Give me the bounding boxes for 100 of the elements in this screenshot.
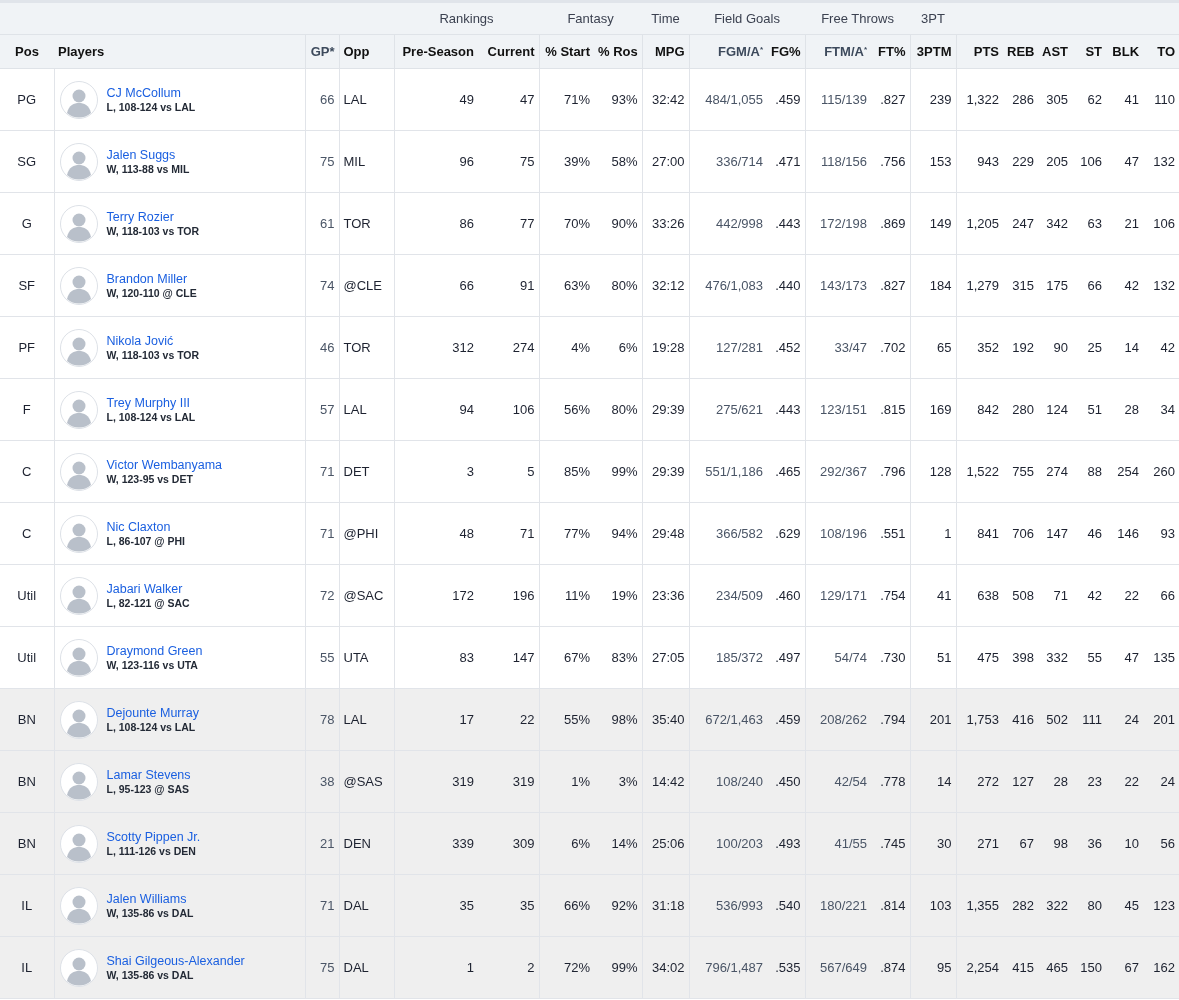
stat-cell: .471 xyxy=(767,130,805,193)
stat-cell: .540 xyxy=(767,874,805,937)
stat-cell: 28 xyxy=(1106,378,1144,441)
stat-cell: .450 xyxy=(767,750,805,813)
stat-cell: 1,205 xyxy=(956,192,1004,255)
player-name-link[interactable]: CJ McCollum xyxy=(106,86,196,100)
column-header[interactable]: Current xyxy=(478,34,539,69)
stat-cell: 123/151 xyxy=(805,378,871,441)
stat-cell: 63 xyxy=(1072,192,1107,255)
column-header[interactable]: FT% xyxy=(871,34,911,69)
stat-cell: 88 xyxy=(1072,440,1107,503)
stat-cell: 484/1,055 xyxy=(689,68,767,131)
stat-cell: 17 xyxy=(394,688,478,751)
player-name-link[interactable]: Scotty Pippen Jr. xyxy=(106,830,201,844)
player-name-link[interactable]: Lamar Stevens xyxy=(106,768,191,782)
player-name-link[interactable]: Brandon Miller xyxy=(106,272,197,286)
stat-cell: .551 xyxy=(871,502,911,565)
stat-cell: 66 xyxy=(394,254,478,317)
stat-cell: 49 xyxy=(394,68,478,131)
stat-cell: 135 xyxy=(1143,626,1179,689)
stat-cell: .443 xyxy=(767,378,805,441)
stat-cell: 6% xyxy=(539,812,594,875)
game-result: W, 118-103 vs TOR xyxy=(106,225,200,237)
stat-cell: 55% xyxy=(539,688,594,751)
opponent-cell: @SAC xyxy=(339,564,394,627)
stat-cell: 14 xyxy=(1106,316,1144,379)
opponent-cell: DAL xyxy=(339,874,394,937)
game-result: L, 86-107 @ PHI xyxy=(106,535,186,547)
stat-cell: 239 xyxy=(910,68,957,131)
stat-cell: 172/198 xyxy=(805,192,871,255)
stat-cell: 146 xyxy=(1106,502,1144,565)
column-header[interactable]: AST xyxy=(1038,34,1073,69)
column-header[interactable]: GP* xyxy=(305,34,339,69)
column-header[interactable]: BLK xyxy=(1106,34,1144,69)
column-header[interactable]: FGM/A$^{*}$ xyxy=(689,34,767,69)
stat-cell: 315 xyxy=(1003,254,1039,317)
avatar-icon xyxy=(59,948,98,987)
player-name-link[interactable]: Draymond Green xyxy=(106,644,203,658)
column-header[interactable]: MPG xyxy=(642,34,689,69)
stat-cell: 41 xyxy=(1106,68,1144,131)
stat-cell: 115/139 xyxy=(805,68,871,131)
stat-cell: .443 xyxy=(767,192,805,255)
stat-cell: 22 xyxy=(1106,564,1144,627)
column-header[interactable]: PTS xyxy=(956,34,1004,69)
stat-cell: 75 xyxy=(478,130,539,193)
player-name-link[interactable]: Victor Wembanyama xyxy=(106,458,223,472)
stat-cell: 67 xyxy=(1106,936,1144,999)
stat-cell: 201 xyxy=(910,688,957,751)
stat-cell: 66 xyxy=(1143,564,1179,627)
stat-cell: 6% xyxy=(594,316,642,379)
game-result: W, 113-88 vs MIL xyxy=(106,163,190,175)
player-name-link[interactable]: Nic Claxton xyxy=(106,520,186,534)
position-cell: Util xyxy=(0,564,54,627)
player-name-link[interactable]: Jalen Suggs xyxy=(106,148,190,162)
player-name-link[interactable]: Trey Murphy III xyxy=(106,396,196,410)
stat-cell: 150 xyxy=(1072,936,1107,999)
column-header[interactable]: FG% xyxy=(767,34,805,69)
column-header[interactable]: FTM/A$^{*}$ xyxy=(805,34,871,69)
stat-cell: 75 xyxy=(305,936,339,999)
column-group-header: Free Throws xyxy=(805,1,911,35)
player-name-link[interactable]: Terry Rozier xyxy=(106,210,200,224)
stat-cell: 254 xyxy=(1106,440,1144,503)
stat-cell: 286 xyxy=(1003,68,1039,131)
column-header[interactable]: % Start xyxy=(539,34,594,69)
game-result: L, 108-124 vs LAL xyxy=(106,411,196,423)
stat-cell: 339 xyxy=(394,812,478,875)
stat-cell: 29:39 xyxy=(642,378,689,441)
stat-cell: 51 xyxy=(910,626,957,689)
opponent-cell: LAL xyxy=(339,378,394,441)
column-header[interactable]: Opp xyxy=(339,34,394,69)
player-name-link[interactable]: Jalen Williams xyxy=(106,892,194,906)
stat-cell: 41/55 xyxy=(805,812,871,875)
column-header[interactable]: 3PTM xyxy=(910,34,957,69)
stat-cell: 56 xyxy=(1143,812,1179,875)
column-header[interactable]: Pre-Season xyxy=(394,34,478,69)
column-header[interactable]: REB xyxy=(1003,34,1039,69)
player-name-link[interactable]: Nikola Jović xyxy=(106,334,200,348)
column-header[interactable]: Players xyxy=(54,34,305,69)
stat-cell: .869 xyxy=(871,192,911,255)
player-name-link[interactable]: Jabari Walker xyxy=(106,582,190,596)
stat-cell: 95 xyxy=(910,936,957,999)
stat-cell: 10 xyxy=(1106,812,1144,875)
stat-cell: .535 xyxy=(767,936,805,999)
game-result: W, 118-103 vs TOR xyxy=(106,349,200,361)
stat-cell: 67% xyxy=(539,626,594,689)
column-header[interactable]: TO xyxy=(1143,34,1179,69)
column-header[interactable]: % Ros xyxy=(594,34,642,69)
position-cell: SF xyxy=(0,254,54,317)
column-header[interactable]: Pos xyxy=(0,34,54,69)
stat-cell: 1,279 xyxy=(956,254,1004,317)
stat-cell: 28 xyxy=(1038,750,1073,813)
stat-cell: 29:48 xyxy=(642,502,689,565)
player-name-link[interactable]: Shai Gilgeous-Alexander xyxy=(106,954,245,968)
game-result: W, 123-116 vs UTA xyxy=(106,659,199,671)
stat-cell: 21 xyxy=(1106,192,1144,255)
stat-cell: 90% xyxy=(594,192,642,255)
stat-cell: .459 xyxy=(767,688,805,751)
player-name-link[interactable]: Dejounte Murray xyxy=(106,706,199,720)
stat-cell: 85% xyxy=(539,440,594,503)
column-header[interactable]: ST xyxy=(1072,34,1107,69)
